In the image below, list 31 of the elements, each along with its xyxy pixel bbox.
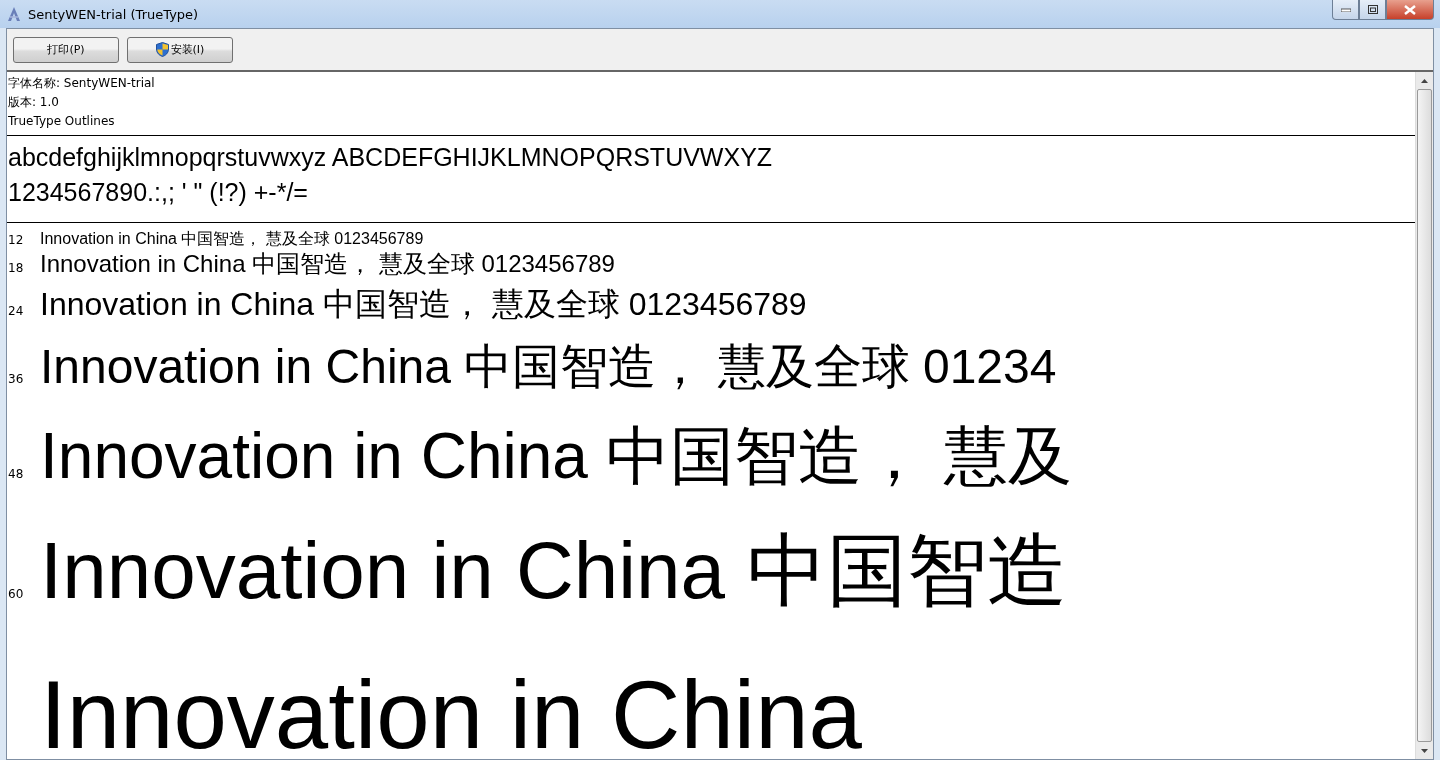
sample-text: Innovation in China 中国智造， 慧及全球 0123456789 <box>40 285 807 324</box>
sample-text: Innovation in China 中国智造， 慧及全球 0123456789 <box>40 229 424 249</box>
sample-text: Innovation in China <box>40 660 862 759</box>
shield-icon <box>155 42 169 57</box>
install-button[interactable]: 安装(I) <box>127 36 233 63</box>
font-info-text: 字体名称: SentyWEN-trial <box>8 75 156 92</box>
sample-text: Innovation in China 中国智造 <box>40 525 1068 617</box>
up-arrow-icon <box>1421 78 1428 83</box>
size-label: 36 <box>7 372 25 386</box>
sample-text: Innovation in China 中国智造， 慧及全球 0123456789 <box>40 249 615 279</box>
font-app-icon <box>6 6 22 22</box>
size-label: 24 <box>7 304 25 318</box>
charset-sample: abcdefghijklmnopqrstuvwxyz ABCDEFGHIJKLMNOPQRSTUVWXYZ <box>8 142 774 173</box>
window-title: SentyWEN-trial (TrueType) <box>28 6 199 22</box>
minimize-icon <box>1340 7 1351 12</box>
scrollbar-thumb[interactable] <box>1417 89 1432 742</box>
close-icon <box>1404 4 1416 15</box>
charset-sample: 1234567890.:,; ' " (!?) +-*/= <box>8 177 309 208</box>
sample-text: Innovation in China 中国智造， 慧及 <box>40 419 1072 494</box>
size-label: 12 <box>7 233 25 247</box>
size-label: 18 <box>7 261 25 275</box>
size-label: 60 <box>7 587 25 601</box>
maximize-icon <box>1367 5 1378 14</box>
font-info-text: 版本: 1.0 <box>8 94 60 111</box>
down-arrow-icon <box>1421 748 1428 753</box>
sample-text: Innovation in China 中国智造， 慧及全球 01234 <box>40 339 1057 395</box>
maximize-button[interactable] <box>1359 0 1386 20</box>
print-button[interactable]: 打印(P) <box>13 36 119 63</box>
font-info-text: TrueType Outlines <box>8 113 116 130</box>
close-button[interactable] <box>1386 0 1434 20</box>
size-label: 48 <box>7 467 25 481</box>
